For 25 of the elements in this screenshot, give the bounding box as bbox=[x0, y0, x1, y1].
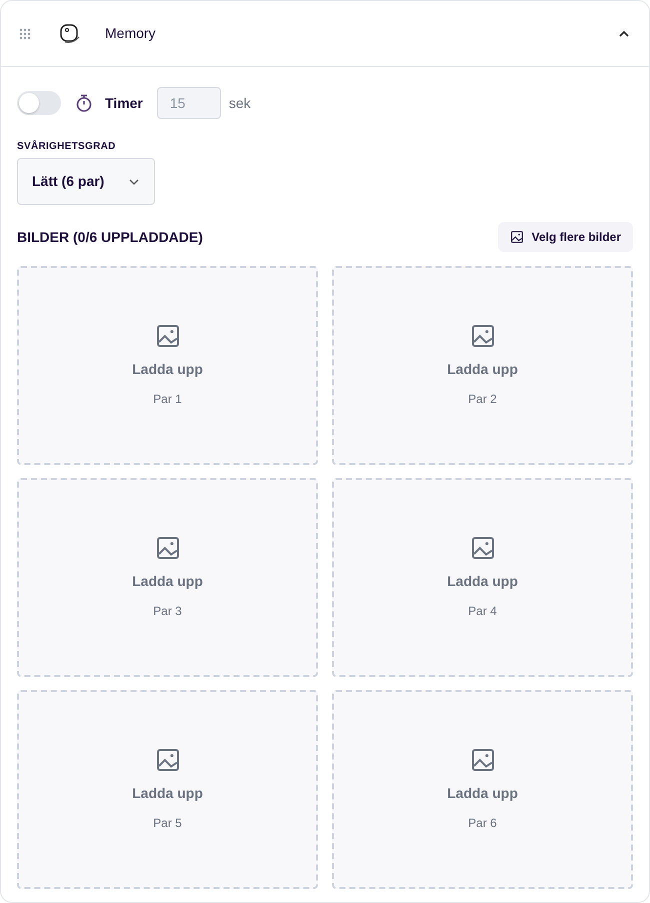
upload-slot[interactable]: Ladda upp Par 5 bbox=[17, 690, 318, 889]
unit-label: sek bbox=[228, 94, 251, 112]
difficulty-label: SVÅRIGHETSGRAD bbox=[17, 139, 117, 154]
upload-label: Ladda upp bbox=[132, 360, 203, 379]
pair-label: Par 2 bbox=[468, 391, 497, 408]
difficulty-select[interactable]: Lätt (6 par) bbox=[17, 158, 155, 205]
pair-label: Par 6 bbox=[468, 815, 497, 832]
card-title: Memory bbox=[105, 24, 156, 43]
upload-slot[interactable]: Ladda upp Par 3 bbox=[17, 478, 318, 677]
section-heading: BILDER (0/6 UPPLADDADE) bbox=[17, 228, 203, 246]
upload-slot[interactable]: Ladda upp Par 2 bbox=[332, 266, 633, 465]
upload-label: Ladda upp bbox=[132, 784, 203, 803]
upload-label: Ladda upp bbox=[447, 784, 518, 803]
choose-images-button[interactable]: Velg flere bilder bbox=[498, 222, 633, 252]
upload-slot[interactable]: Ladda upp Par 1 bbox=[17, 266, 318, 465]
pair-label: Par 1 bbox=[153, 391, 182, 408]
upload-label: Ladda upp bbox=[447, 360, 518, 379]
timer-label: Timer bbox=[105, 94, 143, 112]
upload-slot[interactable]: Ladda upp Par 6 bbox=[332, 690, 633, 889]
pair-label: Par 5 bbox=[153, 815, 182, 832]
upload-slot[interactable]: Ladda upp Par 4 bbox=[332, 478, 633, 677]
upload-label: Ladda upp bbox=[132, 572, 203, 591]
pair-label: Par 3 bbox=[153, 603, 182, 620]
pair-label: Par 4 bbox=[468, 603, 497, 620]
upload-label: Ladda upp bbox=[447, 572, 518, 591]
